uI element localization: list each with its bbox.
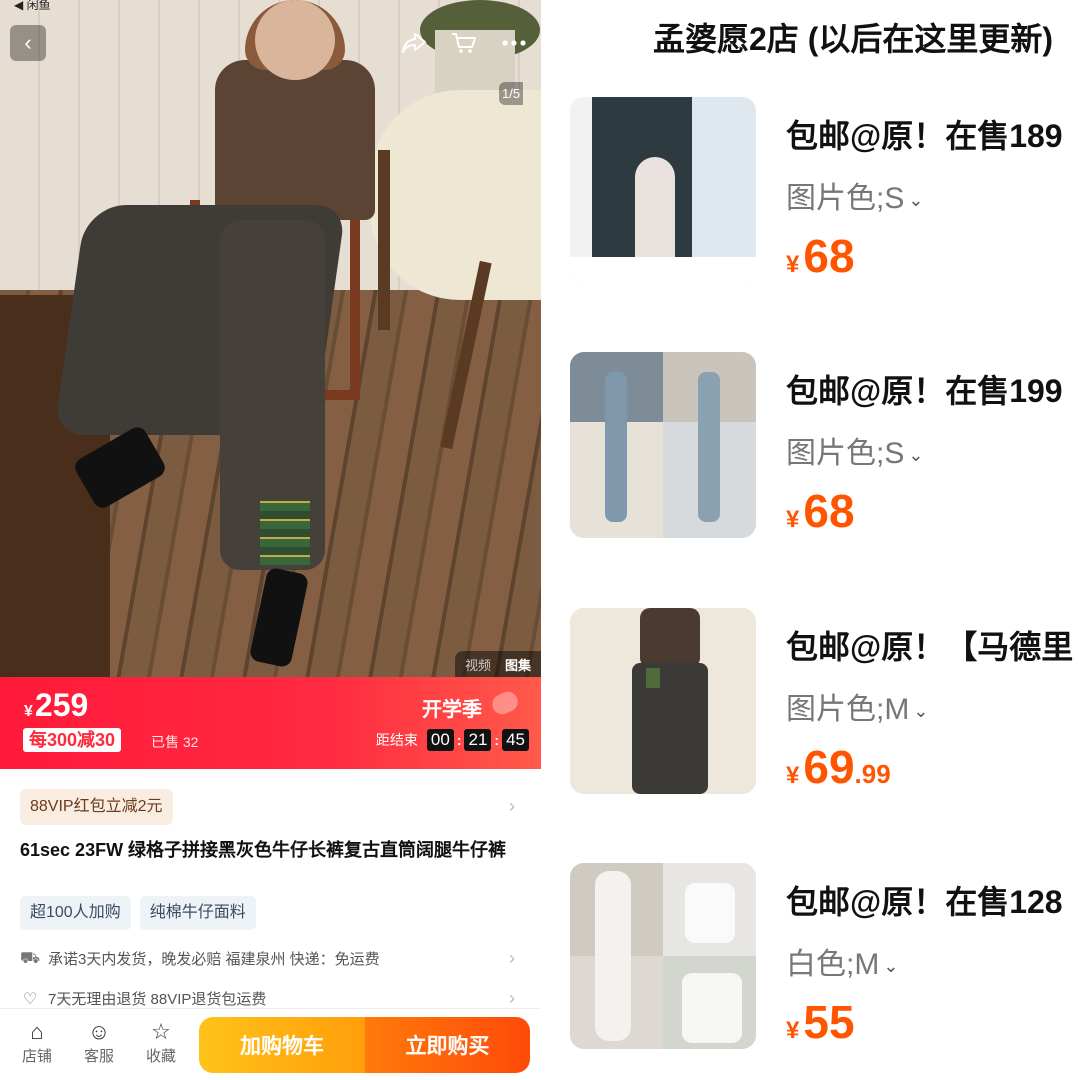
item-variant[interactable]: 图片色;S ⌄ <box>786 428 923 472</box>
hero-actions <box>399 28 529 58</box>
chevron-down-icon: ⌄ <box>883 955 899 976</box>
returns-text: 7天无理由退货 88VIP退货包运费 <box>48 991 267 1008</box>
item-price: ¥68 <box>786 485 855 537</box>
image-table-leg <box>378 150 390 330</box>
truck-icon: ⛟ <box>20 949 41 967</box>
tag[interactable]: 超100人加购 <box>20 896 131 930</box>
product-detail-panel: ◀ 闲鱼 ‹ 1/5 视频 图集 ¥259 每300减30 已售 32 开学季 <box>0 0 541 1080</box>
add-to-cart-button[interactable]: 加购物车 <box>199 1017 365 1073</box>
status-back-app[interactable]: ◀ 闲鱼 <box>14 0 51 13</box>
campaign-label: 开学季 <box>422 699 482 721</box>
price-banner: ¥259 每300减30 已售 32 开学季 距结束 00 : 21 : 45 <box>0 677 541 769</box>
shop-cart-panel: 孟婆愿2店 (以后在这里更新) 包邮@原！在售189 图片色;S ⌄ ¥68 包邮… <box>541 0 1080 1080</box>
item-price: ¥69.99 <box>786 741 891 793</box>
chevron-right-icon[interactable]: › <box>509 988 515 1009</box>
image-model-head <box>255 0 335 80</box>
cart-item[interactable]: 包邮@原！在售128 白色;M ⌄ ¥55 <box>570 863 1080 1053</box>
item-thumbnail[interactable] <box>570 863 756 1049</box>
sold-count: 已售 32 <box>151 734 199 750</box>
countdown-minutes: 21 <box>464 729 492 751</box>
item-variant[interactable]: 图片色;M ⌄ <box>786 684 928 728</box>
countdown: 距结束 00 : 21 : 45 <box>376 729 529 751</box>
price: ¥259 <box>24 687 89 723</box>
shipping-text: 承诺3天内发货，晚发必赔 福建泉州 快递：免运费 <box>48 951 380 968</box>
heart-shield-icon: ♡ <box>22 990 38 1008</box>
media-tabs: 视频 图集 <box>454 651 541 677</box>
campaign-deco-icon <box>488 688 522 718</box>
image-table <box>370 90 541 300</box>
product-title: 61sec 23FW 绿格子拼接黑灰色牛仔长裤复古直筒阔腿牛仔裤 <box>20 840 507 860</box>
item-thumbnail[interactable] <box>570 608 756 794</box>
countdown-label: 距结束 <box>375 732 418 748</box>
product-tags: 超100人加购 纯棉牛仔面料 <box>20 896 256 930</box>
buy-now-button[interactable]: 立即购买 <box>365 1017 530 1073</box>
chevron-down-icon: ⌄ <box>908 444 924 465</box>
countdown-seconds: 45 <box>502 729 529 751</box>
store-icon: ⌂ <box>30 1019 44 1044</box>
tag[interactable]: 纯棉牛仔面料 <box>139 896 256 930</box>
item-title: 包邮@原！在售189 <box>786 118 1063 154</box>
item-thumbnail[interactable] <box>570 97 756 283</box>
cart-item[interactable]: 包邮@原！【马德里 图片色;M ⌄ ¥69.99 <box>570 608 1080 798</box>
tab-gallery[interactable]: 图集 <box>505 655 531 674</box>
item-price: ¥68 <box>786 230 855 282</box>
shop-title[interactable]: 孟婆愿2店 (以后在这里更新) <box>653 14 1053 60</box>
item-price: ¥55 <box>786 996 855 1048</box>
tab-video[interactable]: 视频 <box>465 655 491 674</box>
chevron-right-icon[interactable]: › <box>509 796 515 817</box>
returns-row[interactable]: ♡ 7天无理由退货 88VIP退货包运费 <box>20 988 267 1009</box>
image-plaid-patch <box>260 500 310 565</box>
item-title: 包邮@原！在售199 <box>786 373 1063 409</box>
chevron-right-icon[interactable]: › <box>509 948 515 969</box>
cart-item[interactable]: 包邮@原！在售199 图片色;S ⌄ ¥68 <box>570 352 1080 542</box>
chevron-down-icon: ⌄ <box>908 189 924 210</box>
nav-service[interactable]: ☺ 客服 <box>74 1019 124 1066</box>
nav-store[interactable]: ⌂ 店铺 <box>12 1019 62 1066</box>
more-icon[interactable] <box>499 28 529 58</box>
item-thumbnail[interactable] <box>570 352 756 538</box>
countdown-hours: 00 <box>426 729 454 751</box>
shipping-row[interactable]: ⛟ 承诺3天内发货，晚发必赔 福建泉州 快递：免运费 <box>20 948 380 969</box>
coupon-badge[interactable]: 每300减30 <box>23 728 122 752</box>
back-button[interactable]: ‹ <box>10 25 46 61</box>
chevron-left-icon: ‹ <box>24 30 32 55</box>
item-variant[interactable]: 白色;M ⌄ <box>786 939 898 983</box>
nav-favorite[interactable]: ☆ 收藏 <box>136 1019 186 1066</box>
item-variant[interactable]: 图片色;S ⌄ <box>786 173 923 217</box>
image-model-top <box>215 60 375 220</box>
item-title: 包邮@原！在售128 <box>786 884 1063 920</box>
chevron-down-icon: ⌄ <box>913 700 929 721</box>
image-counter: 1/5 <box>499 82 524 105</box>
cart-item[interactable]: 包邮@原！在售189 图片色;S ⌄ ¥68 <box>570 97 1080 287</box>
item-title: 包邮@原！【马德里 <box>786 629 1074 665</box>
product-image-carousel[interactable]: ◀ 闲鱼 ‹ 1/5 视频 图集 <box>0 0 541 677</box>
cart-icon[interactable] <box>449 28 479 58</box>
bottom-action-bar: ⌂ 店铺 ☺ 客服 ☆ 收藏 加购物车 立即购买 <box>0 1008 541 1080</box>
vip-discount[interactable]: 88VIP红包立减2元 <box>20 789 173 825</box>
service-icon: ☺ <box>87 1019 111 1044</box>
share-icon[interactable] <box>399 28 429 58</box>
star-icon: ☆ <box>151 1019 171 1044</box>
